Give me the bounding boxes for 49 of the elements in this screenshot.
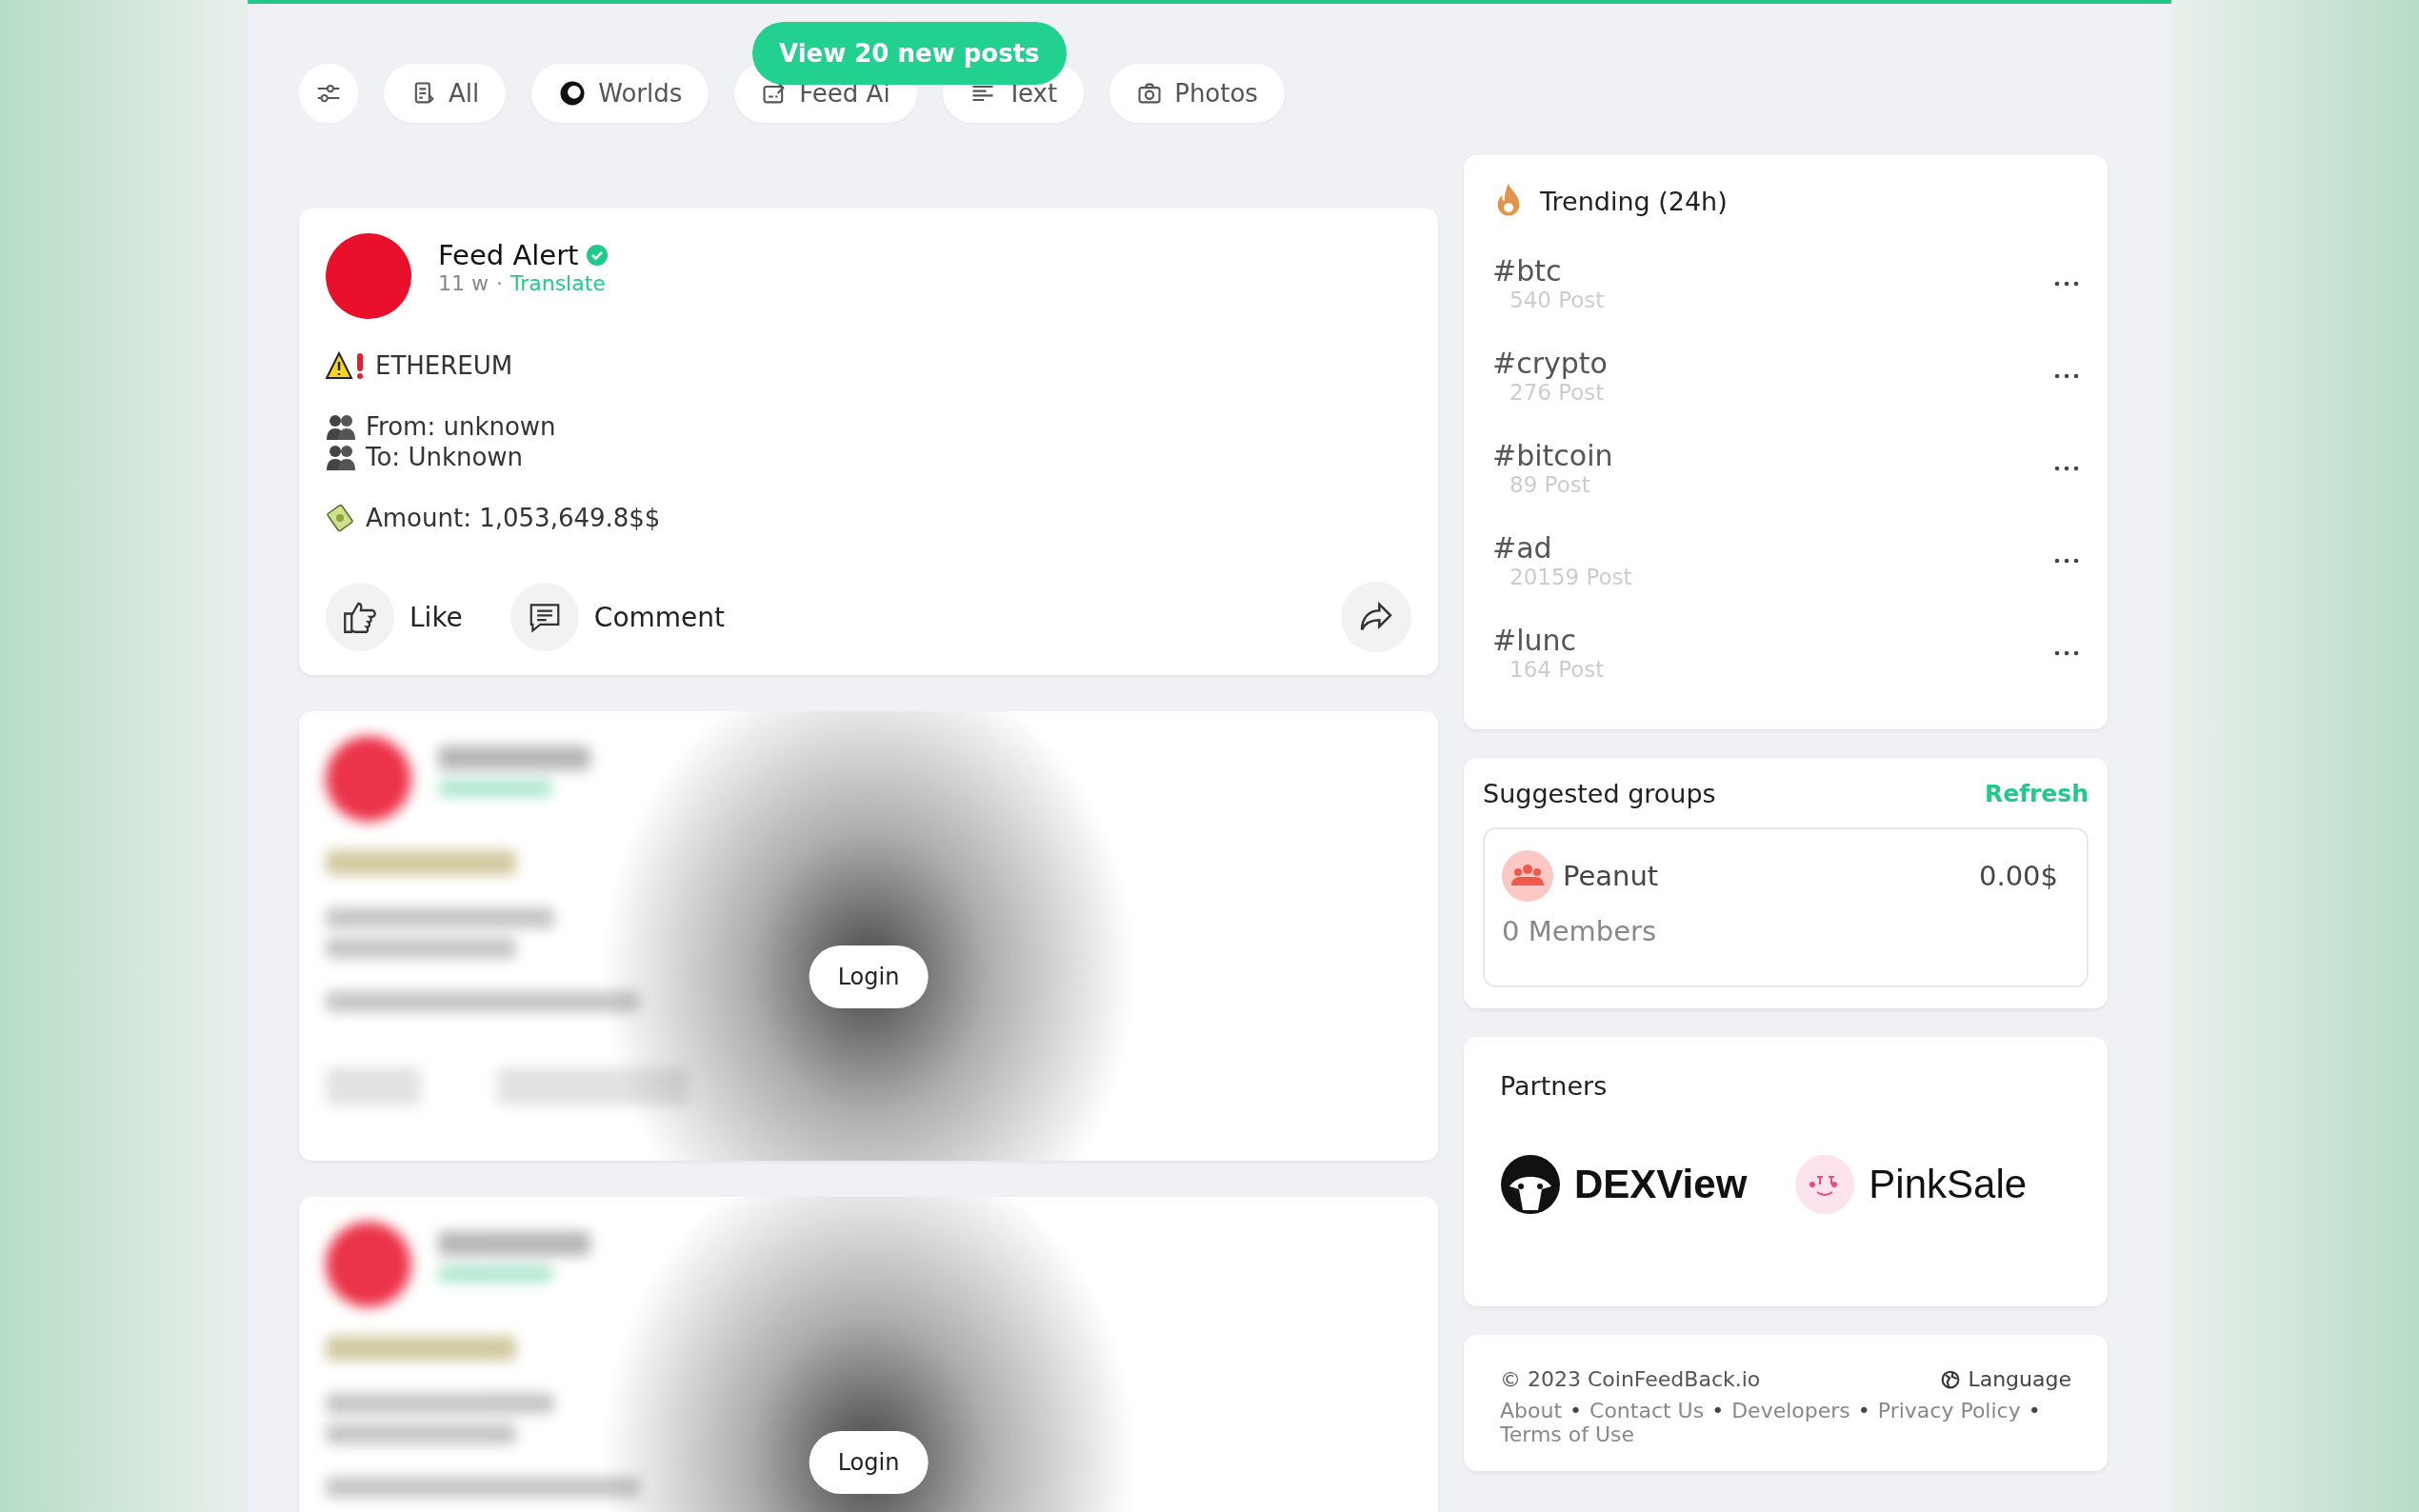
bullet-separator: • (1569, 1399, 1583, 1422)
post-time: 11 w (438, 271, 489, 295)
hashtag-link[interactable]: #lunc (1492, 624, 1605, 657)
post-text: Amount: 1,053,649.8$$ (366, 504, 661, 532)
footer-link[interactable]: Contact Us (1589, 1399, 1705, 1422)
trending-title: Trending (24h) (1540, 186, 1728, 216)
group-name: Peanut (1563, 860, 1659, 892)
bullet-separator: • (2028, 1399, 2041, 1422)
post-text: From: unknown (366, 412, 556, 441)
copyright-text: © 2023 CoinFeedBack.io (1500, 1367, 1761, 1391)
people-icon (326, 443, 356, 471)
hashtag-link[interactable]: #ad (1492, 531, 1632, 565)
group-item[interactable]: Peanut 0.00$ 0 Members (1483, 827, 2089, 987)
partners-title: Partners (1500, 1071, 1608, 1101)
more-icon[interactable] (2054, 279, 2079, 288)
bullet-separator: • (1857, 1399, 1870, 1422)
filter-tab[interactable]: Photos (1110, 64, 1285, 123)
suggested-groups-title: Suggested groups (1483, 779, 1716, 808)
footer-link[interactable]: Developers (1731, 1399, 1850, 1422)
partner-link[interactable]: DEXView (1500, 1154, 1748, 1215)
more-icon[interactable] (2054, 648, 2079, 657)
footer-link[interactable]: Privacy Policy (1877, 1399, 2021, 1422)
partner-link[interactable]: PinkSale (1794, 1154, 2028, 1215)
login-button[interactable]: Login (809, 945, 929, 1008)
more-icon[interactable] (2054, 556, 2079, 565)
post-text: To: Unknown (366, 443, 524, 471)
group-icon (1502, 850, 1553, 902)
more-icon[interactable] (2054, 464, 2079, 472)
footer-link[interactable]: About (1500, 1399, 1563, 1422)
dexview-logo-icon (1500, 1154, 1561, 1215)
comment-button[interactable]: Comment (510, 583, 725, 651)
login-button[interactable]: Login (809, 1431, 929, 1494)
hashtag-link[interactable]: #crypto (1492, 347, 1608, 380)
filter-tab[interactable]: All (384, 64, 507, 123)
hashtag-link[interactable]: #bitcoin (1492, 439, 1613, 472)
pinksale-logo-icon (1794, 1154, 1856, 1215)
author-name: Feed Alert (438, 239, 579, 271)
more-icon[interactable] (2054, 371, 2079, 380)
group-members: 0 Members (1502, 915, 1658, 947)
hashtag-link[interactable]: #btc (1492, 254, 1605, 288)
group-value: 0.00$ (1978, 860, 2058, 892)
filter-tab[interactable]: Worlds (531, 64, 710, 123)
people-icon (326, 412, 356, 441)
warning-icon (326, 351, 366, 380)
footer-link[interactable]: Terms of Use (1500, 1422, 1635, 1446)
dot-separator: · (496, 271, 503, 295)
language-link[interactable]: Language (1941, 1367, 2071, 1391)
post-text: ETHEREUM (375, 351, 513, 380)
bullet-separator: • (1711, 1399, 1725, 1422)
